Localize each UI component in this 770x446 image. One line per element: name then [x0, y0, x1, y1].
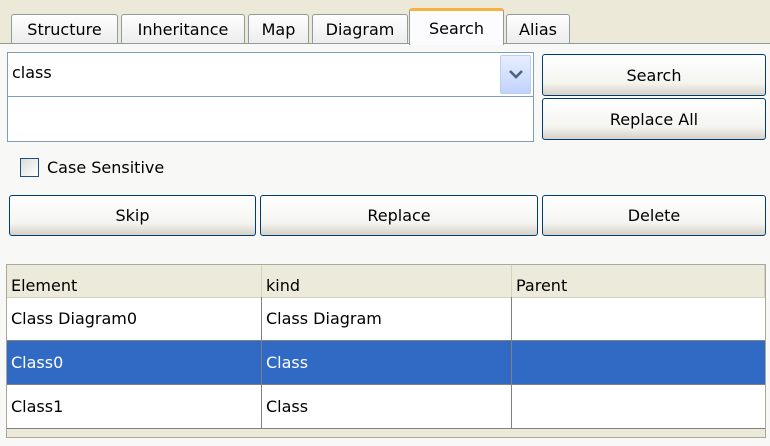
cell-kind: Class — [262, 341, 512, 384]
tab-label: Inheritance — [137, 20, 229, 39]
cell-kind: Class — [262, 385, 512, 428]
table-row[interactable]: Class Diagram0 Class Diagram — [7, 297, 765, 341]
tab-alias[interactable]: Alias — [506, 14, 570, 44]
case-sensitive-checkbox[interactable] — [20, 157, 39, 177]
tab-label: Search — [429, 18, 484, 38]
search-button[interactable]: Search — [542, 54, 766, 96]
replace-all-button[interactable]: Replace All — [542, 98, 766, 140]
tab-label: Alias — [519, 20, 557, 39]
table-row[interactable]: Class1 Class — [7, 385, 765, 429]
cell-parent — [512, 297, 765, 340]
replace-button[interactable]: Replace — [260, 195, 538, 236]
skip-button[interactable]: Skip — [9, 195, 256, 236]
button-label: Replace All — [609, 109, 699, 129]
cell-element: Class1 — [7, 385, 262, 428]
cell-kind: Class Diagram — [262, 297, 512, 340]
column-header-parent[interactable]: Parent — [512, 265, 765, 297]
chevron-down-icon — [509, 70, 523, 79]
tab-divider — [0, 43, 770, 44]
tab-map[interactable]: Map — [248, 14, 309, 44]
cell-parent — [512, 341, 765, 384]
results-table: Element kind Parent Class Diagram0 Class… — [6, 264, 766, 438]
tab-label: Map — [261, 20, 296, 39]
search-query-combo[interactable]: class — [7, 52, 534, 97]
tab-structure[interactable]: Structure — [11, 14, 118, 44]
tab-label: Structure — [27, 20, 102, 39]
tab-diagram[interactable]: Diagram — [312, 14, 408, 44]
table-row-selected[interactable]: Class0 Class — [7, 341, 765, 385]
column-header-kind[interactable]: kind — [262, 265, 512, 297]
search-query-value[interactable]: class — [12, 63, 52, 82]
button-label: Skip — [115, 206, 150, 225]
replace-input[interactable] — [7, 97, 534, 142]
tab-inheritance[interactable]: Inheritance — [121, 14, 245, 44]
case-sensitive-option[interactable]: Case Sensitive — [20, 155, 164, 179]
cell-parent — [512, 385, 765, 428]
cell-element: Class0 — [7, 341, 262, 384]
case-sensitive-label: Case Sensitive — [47, 157, 165, 177]
column-header-element[interactable]: Element — [7, 265, 262, 297]
combo-dropdown-button[interactable] — [500, 55, 531, 94]
button-label: Delete — [627, 206, 681, 225]
button-label: Search — [626, 65, 682, 85]
tab-bar: Structure Inheritance Map Diagram Search… — [0, 0, 770, 45]
tab-label: Diagram — [325, 20, 395, 39]
table-empty-area — [7, 429, 765, 437]
button-label: Replace — [367, 206, 431, 225]
cell-element: Class Diagram0 — [7, 297, 262, 340]
table-header: Element kind Parent — [7, 265, 765, 298]
delete-button[interactable]: Delete — [542, 195, 766, 236]
tab-search[interactable]: Search — [409, 8, 504, 45]
